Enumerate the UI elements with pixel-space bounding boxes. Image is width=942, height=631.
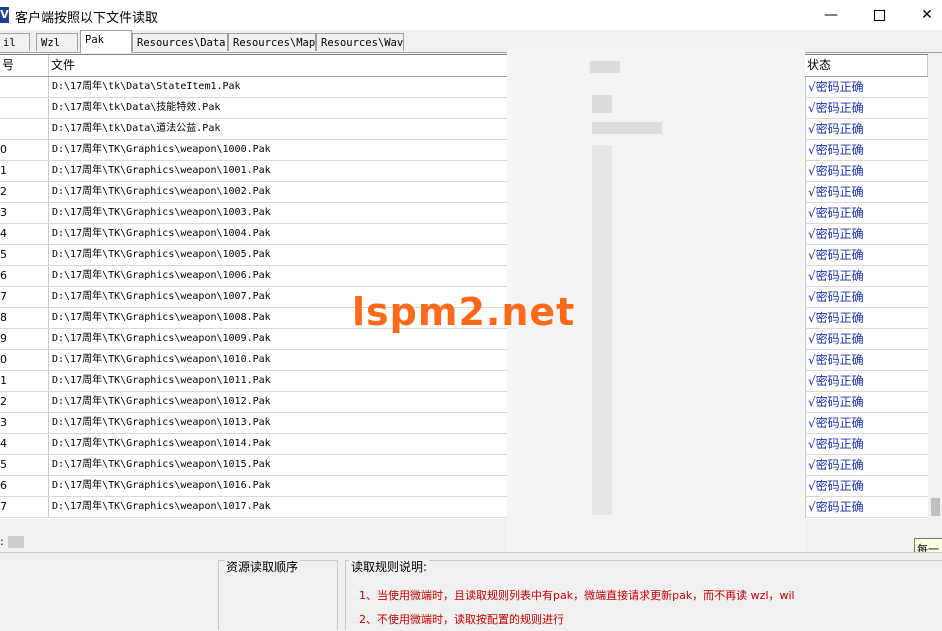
row-index: 6 [0,476,49,496]
maximize-icon [873,10,885,21]
row-status: √密码正确 [805,497,928,517]
row-index: 0 [0,350,49,370]
tab-resources-data[interactable]: Resources\Data [132,33,228,51]
read-rules-title: 读取规则说明: [349,558,430,575]
minimize-button[interactable]: — [808,0,854,30]
row-status: √密码正确 [805,224,928,244]
read-order-title: 资源读取顺序 [224,558,301,575]
tab-wil[interactable]: il [0,33,30,51]
row-status: √密码正确 [805,77,928,97]
tab-pak[interactable]: Pak [80,30,132,53]
scrollbar-label: : [0,535,4,548]
column-header-status[interactable]: 状态 [805,55,928,76]
row-status: √密码正确 [805,203,928,223]
tab-resources-map[interactable]: Resources\Map [228,33,316,51]
row-index: 8 [0,308,49,328]
row-index [0,119,49,139]
row-file-path: D:\17周年\tk\Data\StateItem1.Pak [52,81,241,92]
row-file-path: D:\17周年\TK\Graphics\weapon\1000.Pak [52,144,271,155]
title-bar: V 客户端按照以下文件读取 — ✕ [0,0,942,30]
blur-mark [592,95,612,113]
row-file-path: D:\17周年\TK\Graphics\weapon\1005.Pak [52,249,271,260]
row-index: 9 [0,329,49,349]
row-index: 2 [0,182,49,202]
app-icon: V [0,7,9,23]
row-index: 2 [0,392,49,412]
row-file-path: D:\17周年\TK\Graphics\weapon\1015.Pak [52,459,271,470]
row-index: 7 [0,287,49,307]
rule-line: 1、当使用微端时，且读取规则列表中有pak，微端直接请求更新pak，而不再读 w… [359,589,795,602]
vertical-scrollbar[interactable] [928,54,942,518]
horizontal-scrollbar-thumb[interactable] [8,536,24,548]
row-file-path: D:\17周年\TK\Graphics\weapon\1006.Pak [52,270,271,281]
row-file-path: D:\17周年\tk\Data\技能特效.Pak [52,102,221,113]
row-status: √密码正确 [805,266,928,286]
row-status: √密码正确 [805,140,928,160]
row-index: 0 [0,140,49,160]
maximize-button[interactable] [856,0,902,30]
blur-mark [592,145,612,515]
row-index: 4 [0,434,49,454]
row-index: 3 [0,203,49,223]
watermark: lspm2.net [352,290,576,334]
row-index: 7 [0,497,49,517]
window-title: 客户端按照以下文件读取 [15,11,159,26]
vertical-scrollbar-thumb[interactable] [931,498,940,516]
row-index: 6 [0,266,49,286]
row-index: 4 [0,224,49,244]
row-file-path: D:\17周年\TK\Graphics\weapon\1010.Pak [52,354,271,365]
row-index [0,98,49,118]
tab-resources-wav[interactable]: Resources\Wav [316,33,404,51]
row-status: √密码正确 [805,98,928,118]
row-status: √密码正确 [805,308,928,328]
row-status: √密码正确 [805,245,928,265]
row-status: √密码正确 [805,119,928,139]
blur-mark [590,61,620,73]
row-file-path: D:\17周年\TK\Graphics\weapon\1017.Pak [52,501,271,512]
row-file-path: D:\17周年\TK\Graphics\weapon\1004.Pak [52,228,271,239]
row-index: 1 [0,161,49,181]
row-status: √密码正确 [805,476,928,496]
row-status: √密码正确 [805,434,928,454]
column-header-index[interactable]: 号 [0,55,49,76]
row-index: 3 [0,413,49,433]
row-file-path: D:\17周年\TK\Graphics\weapon\1003.Pak [52,207,271,218]
row-status: √密码正确 [805,329,928,349]
row-file-path: D:\17周年\TK\Graphics\weapon\1014.Pak [52,438,271,449]
row-file-path: D:\17周年\TK\Graphics\weapon\1012.Pak [52,396,271,407]
row-index [0,77,49,97]
row-index: 1 [0,371,49,391]
row-status: √密码正确 [805,350,928,370]
tab-wzl[interactable]: Wzl [36,33,78,51]
row-index: 5 [0,245,49,265]
row-file-path: D:\17周年\TK\Graphics\weapon\1001.Pak [52,165,271,176]
rule-line: 2、不使用微端时，读取按配置的规则进行 [359,613,564,626]
row-status: √密码正确 [805,287,928,307]
blur-mark [592,122,662,134]
row-status: √密码正确 [805,161,928,181]
row-file-path: D:\17周年\tk\Data\道法公益.Pak [52,123,221,134]
row-file-path: D:\17周年\TK\Graphics\weapon\1002.Pak [52,186,271,197]
row-file-path: D:\17周年\TK\Graphics\weapon\1013.Pak [52,417,271,428]
horizontal-scrollbar[interactable] [0,534,507,550]
row-index: 5 [0,455,49,475]
row-status: √密码正确 [805,371,928,391]
row-status: √密码正确 [805,182,928,202]
row-status: √密码正确 [805,413,928,433]
row-status: √密码正确 [805,455,928,475]
row-status: √密码正确 [805,392,928,412]
row-file-path: D:\17周年\TK\Graphics\weapon\1016.Pak [52,480,271,491]
row-file-path: D:\17周年\TK\Graphics\weapon\1011.Pak [52,375,271,386]
close-button[interactable]: ✕ [904,0,942,30]
